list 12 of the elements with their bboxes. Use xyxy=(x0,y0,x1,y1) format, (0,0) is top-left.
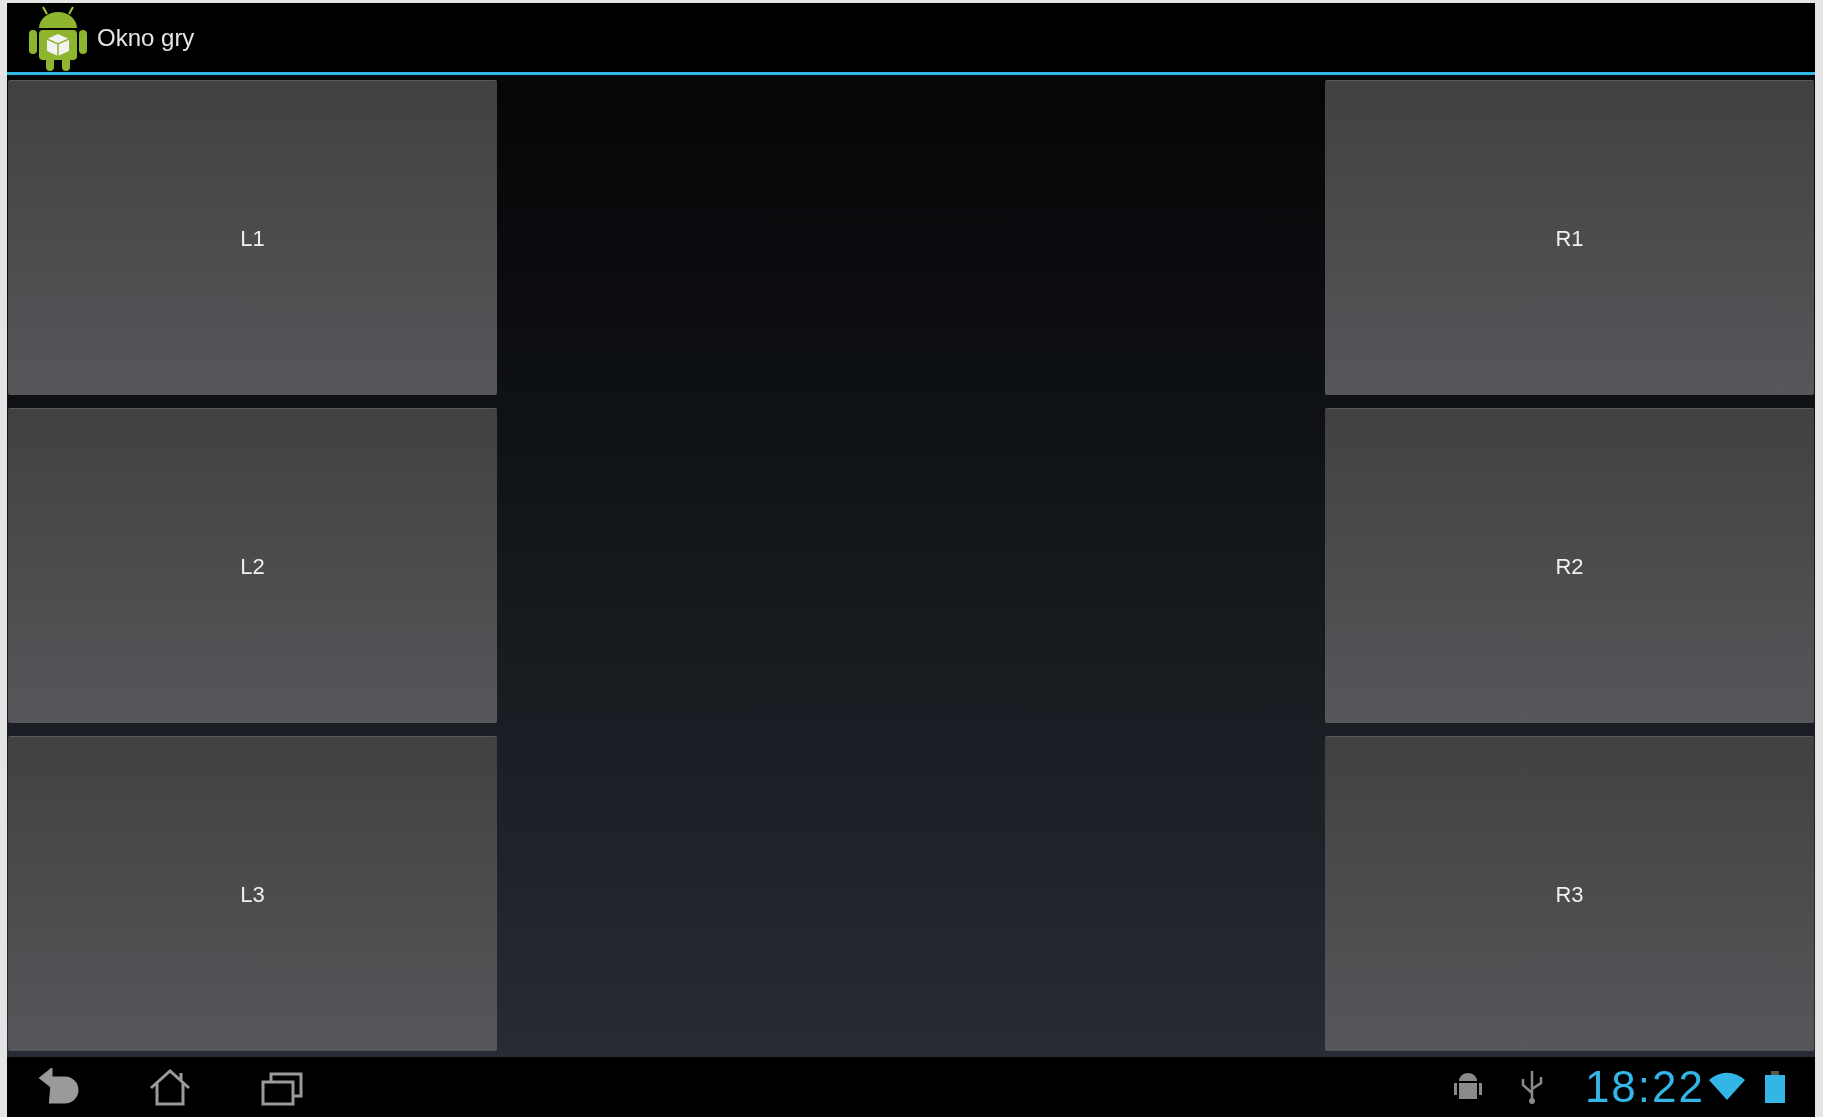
home-icon[interactable] xyxy=(149,1068,191,1106)
wifi-icon xyxy=(1709,1072,1745,1102)
game-button[interactable]: L2 xyxy=(8,408,497,723)
window-title: Okno gry xyxy=(97,22,195,53)
game-button[interactable]: L1 xyxy=(8,80,497,395)
clock-time: 18:22 xyxy=(1584,1065,1705,1109)
battery-icon xyxy=(1765,1071,1785,1103)
game-button[interactable]: L3 xyxy=(8,736,497,1051)
game-button[interactable]: R2 xyxy=(1325,408,1814,723)
back-icon[interactable] xyxy=(37,1068,79,1106)
game-button[interactable]: R3 xyxy=(1325,736,1814,1051)
game-button[interactable]: R1 xyxy=(1325,80,1814,395)
